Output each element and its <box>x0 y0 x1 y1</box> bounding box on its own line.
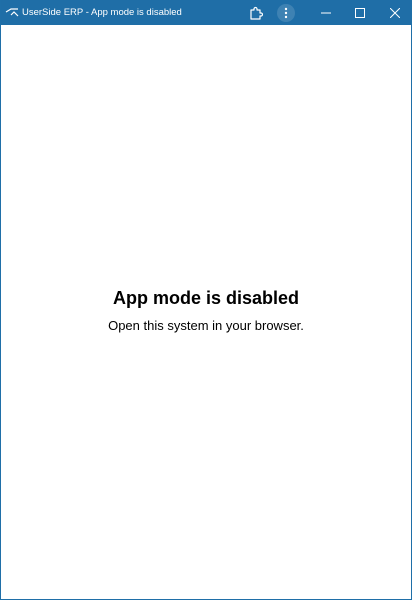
app-window: UserSide ERP - App mode is disabled App … <box>0 0 412 600</box>
puzzle-icon <box>249 6 263 20</box>
close-button[interactable] <box>379 0 411 25</box>
title-bar[interactable]: UserSide ERP - App mode is disabled <box>1 0 411 25</box>
userside-logo-icon <box>5 5 19 19</box>
minimize-button[interactable] <box>311 0 341 25</box>
vertical-dots-icon <box>277 3 295 22</box>
maximize-button[interactable] <box>345 0 375 25</box>
extensions-button[interactable] <box>245 0 267 25</box>
disabled-message: App mode is disabled Open this system in… <box>1 287 411 334</box>
maximize-icon <box>355 7 365 18</box>
page-heading: App mode is disabled <box>112 288 300 308</box>
close-icon <box>390 7 400 18</box>
page-content: App mode is disabled Open this system in… <box>1 25 411 599</box>
instruction-text: Open this system in your browser. <box>108 318 304 333</box>
window-title: UserSide ERP - App mode is disabled <box>22 7 182 18</box>
app-menu-button[interactable] <box>275 0 297 25</box>
minimize-icon <box>321 8 331 18</box>
